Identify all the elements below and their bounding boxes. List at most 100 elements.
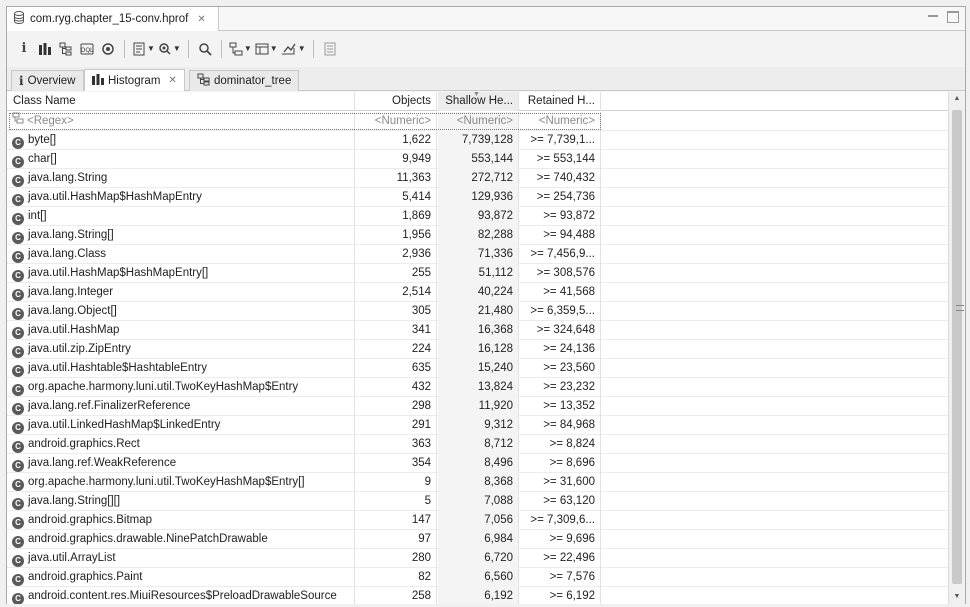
class-name-cell: Cjava.lang.Object[] — [7, 302, 355, 321]
dominator-tree-icon[interactable] — [57, 38, 75, 60]
class-name-text: java.util.LinkedHashMap$LinkedEntry — [28, 419, 221, 431]
table-row[interactable]: Candroid.graphics.Rect 363 8,712 >= 8,824 — [7, 435, 948, 454]
scroll-down-icon[interactable]: ▼ — [949, 590, 965, 604]
class-name-cell: Cjava.lang.ref.WeakReference — [7, 454, 355, 473]
search-icon[interactable] — [196, 38, 214, 60]
thread-overview-icon[interactable] — [99, 38, 117, 60]
calculate-retained-icon[interactable]: ▼ — [255, 38, 278, 60]
class-icon: C — [12, 441, 24, 453]
shallow-heap-cell: 7,088 — [438, 492, 519, 511]
class-name-cell: Cjava.util.HashMap — [7, 321, 355, 340]
table-row[interactable]: Cjava.util.Hashtable$HashtableEntry 635 15… — [7, 359, 948, 378]
table-row[interactable]: Candroid.graphics.Paint 82 6,560 >= 7,576 — [7, 568, 948, 587]
table-row[interactable]: Corg.apache.harmony.luni.util.TwoKeyHash… — [7, 378, 948, 397]
class-name-text: java.util.Hashtable$HashtableEntry — [28, 362, 207, 374]
retained-heap-cell: >= 9,696 — [520, 530, 601, 549]
shallow-heap-cell: 6,192 — [438, 587, 519, 604]
group-by-icon[interactable]: ▼ — [229, 38, 252, 60]
retained-heap-filter-input[interactable]: <Numeric> — [520, 112, 601, 131]
table-row[interactable]: Cjava.lang.String[][] 5 7,088 >= 63,120 — [7, 492, 948, 511]
class-icon: C — [12, 194, 24, 206]
class-name-cell: Cjava.util.LinkedHashMap$LinkedEntry — [7, 416, 355, 435]
retained-heap-cell: >= 7,576 — [520, 568, 601, 587]
table-row[interactable]: Cjava.lang.ref.WeakReference 354 8,496 >= 8… — [7, 454, 948, 473]
editor-tab-title: com.ryg.chapter_15-conv.hprof — [30, 13, 189, 25]
shallow-heap-cell: 9,312 — [438, 416, 519, 435]
histogram-icon[interactable] — [36, 38, 54, 60]
pin-icon[interactable] — [321, 38, 339, 60]
tab-histogram[interactable]: Histogram ✕ — [84, 69, 185, 91]
maximize-icon[interactable] — [947, 11, 959, 23]
scrollbar-thumb[interactable] — [952, 110, 964, 584]
table-row[interactable]: Cjava.util.zip.ZipEntry 224 16,128 >= 24,13… — [7, 340, 948, 359]
chevron-down-icon: ▼ — [269, 44, 278, 53]
objects-cell: 9,949 — [356, 150, 437, 169]
class-name-text: java.lang.String[][] — [28, 495, 121, 507]
minimize-icon[interactable] — [927, 11, 939, 23]
shallow-heap-cell: 16,128 — [438, 340, 519, 359]
table-row[interactable]: Candroid.graphics.drawable.NinePatchDraw… — [7, 530, 948, 549]
oql-icon[interactable]: OQL — [78, 38, 96, 60]
table-row[interactable]: Corg.apache.harmony.luni.util.TwoKeyHash… — [7, 473, 948, 492]
class-name-text: org.apache.harmony.luni.util.TwoKeyHashM… — [28, 476, 305, 488]
retained-heap-cell: >= 24,136 — [520, 340, 601, 359]
class-name-text: java.lang.String — [28, 172, 108, 184]
objects-filter-input[interactable]: <Numeric> — [356, 112, 437, 131]
table-row[interactable]: Cjava.lang.Class 2,936 71,336 >= 7,456,9... — [7, 245, 948, 264]
scroll-up-icon[interactable]: ▲ — [949, 92, 965, 106]
table-row[interactable]: Cjava.util.HashMap$HashMapEntry[] 255 51,1… — [7, 264, 948, 283]
window-controls — [927, 11, 959, 23]
column-header-objects[interactable]: Objects — [356, 92, 437, 111]
query-browser-icon[interactable]: ▼ — [158, 38, 181, 60]
column-header-retained-heap[interactable]: Retained H... — [520, 92, 601, 111]
class-icon: C — [12, 137, 24, 149]
shallow-heap-filter-input[interactable]: <Numeric> — [438, 112, 519, 131]
retained-heap-cell: >= 740,432 — [520, 169, 601, 188]
class-name-text: java.lang.Object[] — [28, 305, 117, 317]
info-icon[interactable]: i — [15, 38, 33, 60]
table-row[interactable]: Cjava.lang.String[] 1,956 82,288 >= 94,488 — [7, 226, 948, 245]
tab-dominator-tree[interactable]: dominator_tree — [189, 70, 300, 91]
class-icon: C — [12, 327, 24, 339]
shallow-heap-cell: 6,984 — [438, 530, 519, 549]
vertical-scrollbar[interactable]: ▲ ▼ — [948, 92, 965, 604]
table-row[interactable]: Cjava.util.HashMap 341 16,368 >= 324,648 — [7, 321, 948, 340]
editor-tab-hprof[interactable]: com.ryg.chapter_15-conv.hprof ✕ — [7, 7, 219, 31]
run-report-icon[interactable]: ▼ — [132, 38, 155, 60]
table-row[interactable]: Cjava.util.ArrayList 280 6,720 >= 22,496 — [7, 549, 948, 568]
class-name-text: java.lang.ref.WeakReference — [28, 457, 177, 469]
class-name-text: byte[] — [28, 134, 57, 146]
class-icon: C — [12, 232, 24, 244]
class-name-cell: Cjava.lang.String[][] — [7, 492, 355, 511]
tab-overview[interactable]: i Overview — [11, 70, 84, 91]
shallow-heap-cell: 8,496 — [438, 454, 519, 473]
objects-cell: 1,869 — [356, 207, 437, 226]
class-name-cell: Cbyte[] — [7, 131, 355, 150]
table-row[interactable]: Candroid.content.res.MiuiResources$Prelo… — [7, 587, 948, 604]
table-row[interactable]: Cjava.lang.String 11,363 272,712 >= 740,432 — [7, 169, 948, 188]
table-row[interactable]: Cjava.util.HashMap$HashMapEntry 5,414 129,… — [7, 188, 948, 207]
column-header-class-name[interactable]: Class Name — [7, 92, 355, 111]
table-row[interactable]: Cjava.lang.Object[] 305 21,480 >= 6,359,5..… — [7, 302, 948, 321]
table-row[interactable]: Cchar[] 9,949 553,144 >= 553,144 — [7, 150, 948, 169]
class-icon: C — [12, 460, 24, 472]
view-tab-bar: i Overview Histogram ✕ dominator_tree — [7, 67, 965, 91]
table-row[interactable]: Cjava.lang.Integer 2,514 40,224 >= 41,568 — [7, 283, 948, 302]
table-row[interactable]: Cbyte[] 1,622 7,739,128 >= 7,739,1... — [7, 131, 948, 150]
table-row[interactable]: Candroid.graphics.Bitmap 147 7,056 >= 7,309… — [7, 511, 948, 530]
class-name-cell: Cjava.lang.String — [7, 169, 355, 188]
close-icon[interactable]: ✕ — [168, 75, 176, 86]
objects-cell: 635 — [356, 359, 437, 378]
class-name-text: java.lang.Class — [28, 248, 106, 260]
objects-cell: 2,936 — [356, 245, 437, 264]
close-icon[interactable]: ✕ — [197, 14, 205, 25]
table-row[interactable]: Cint[] 1,869 93,872 >= 93,872 — [7, 207, 948, 226]
table-row[interactable]: Cjava.lang.ref.FinalizerReference 298 11,9… — [7, 397, 948, 416]
class-name-text: int[] — [28, 210, 47, 222]
regex-filter-input[interactable]: <Regex> — [7, 112, 355, 131]
table-row[interactable]: Cjava.util.LinkedHashMap$LinkedEntry 291 9… — [7, 416, 948, 435]
class-name-text: java.lang.String[] — [28, 229, 114, 241]
export-icon[interactable]: ▼ — [281, 38, 306, 60]
editor-tab-bar: com.ryg.chapter_15-conv.hprof ✕ — [7, 7, 965, 31]
retained-heap-cell: >= 8,696 — [520, 454, 601, 473]
